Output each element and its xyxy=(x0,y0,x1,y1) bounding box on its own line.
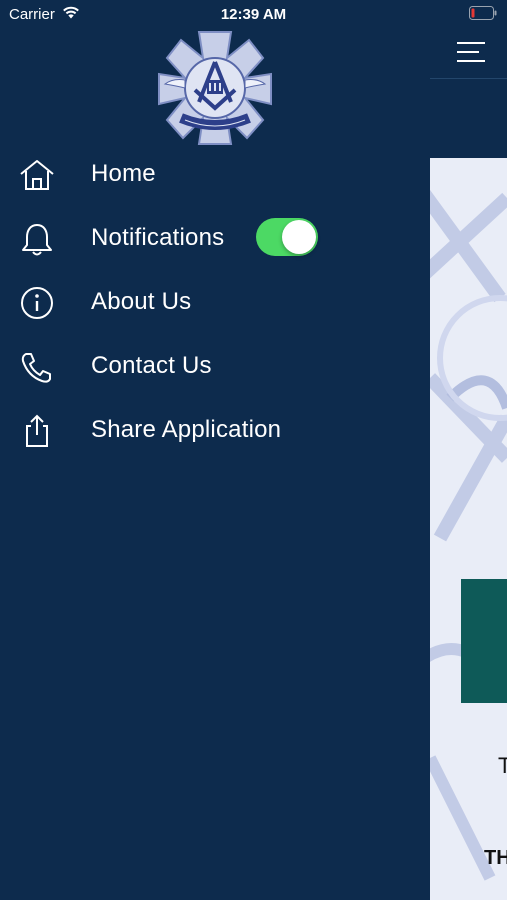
main-page-peek[interactable]: T TH xyxy=(430,0,507,900)
logo-watermark xyxy=(430,189,507,881)
menu-label-notifications: Notifications xyxy=(91,224,225,251)
navigation-drawer: Home Notifications About Us Contact Us S… xyxy=(0,0,430,900)
hamburger-menu-icon[interactable] xyxy=(457,40,487,64)
menu-item-about-us[interactable]: About Us xyxy=(0,272,430,332)
menu-item-contact-us[interactable]: Contact Us xyxy=(0,336,430,396)
page-heading-partial: TH xyxy=(484,847,507,869)
page-body: T TH xyxy=(430,158,507,900)
menu-label-share-application: Share Application xyxy=(91,416,282,443)
menu-label-home: Home xyxy=(91,160,156,187)
home-icon xyxy=(20,160,54,190)
share-icon xyxy=(26,414,48,447)
menu-label-contact-us: Contact Us xyxy=(91,352,212,379)
toggle-knob xyxy=(282,220,316,254)
status-bar: Carrier 12:39 AM xyxy=(0,0,507,28)
phone-icon xyxy=(21,353,51,383)
masonic-fire-badge-logo xyxy=(158,31,272,145)
battery-low-icon xyxy=(469,6,497,20)
menu-item-share-application[interactable]: Share Application xyxy=(0,400,430,460)
menu-label-about-us: About Us xyxy=(91,288,192,315)
notifications-toggle[interactable] xyxy=(256,218,318,256)
page-text-partial: T xyxy=(498,753,507,778)
menu-item-notifications[interactable]: Notifications xyxy=(0,208,430,268)
menu-item-home[interactable]: Home xyxy=(0,144,430,204)
status-time: 12:39 AM xyxy=(220,6,287,23)
content-card[interactable] xyxy=(461,579,507,703)
info-icon xyxy=(21,287,53,319)
bell-icon xyxy=(22,224,52,256)
header-divider xyxy=(430,78,507,79)
